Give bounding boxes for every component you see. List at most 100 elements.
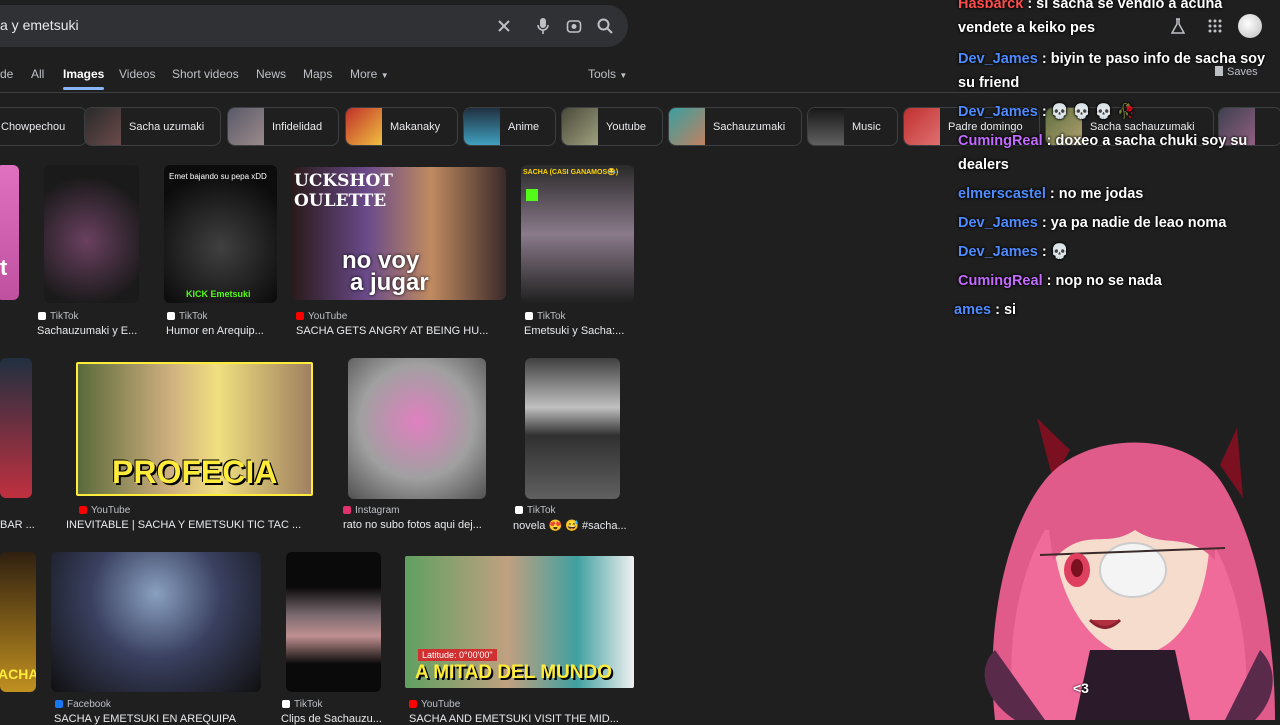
chat-message: Dev_James : ya pa nadie de leao noma <box>958 211 1270 235</box>
chip-thumbnail <box>85 108 121 145</box>
chat-text: : nop no se nada <box>1046 273 1162 289</box>
thumbnail-text: a jugar <box>350 269 429 296</box>
chat-username: Dev_James <box>958 244 1038 260</box>
chat-username: Hasbarck <box>958 0 1024 12</box>
chip-chowpechou[interactable]: Chowpechou <box>0 107 87 146</box>
tab-images[interactable]: Images <box>63 67 105 90</box>
chat-text: : 💀 💀 💀 🥀 <box>1041 104 1136 120</box>
result-source: YouTube <box>296 311 347 322</box>
result-title[interactable]: SACHA y EMETSUKI EN AREQUIPA <box>54 713 264 725</box>
chevron-down-icon: ▼ <box>380 71 389 80</box>
result-thumbnail: t <box>0 165 19 300</box>
chat-username: Dev_James <box>958 215 1038 231</box>
chip-makanaky[interactable]: Makanaky <box>345 107 458 146</box>
tab-more[interactable]: More ▼ <box>350 67 389 81</box>
chat-message: Dev_James : biyin te paso info de sacha … <box>958 47 1270 95</box>
source-label: TikTok <box>50 311 79 322</box>
result-title[interactable]: rato no subo fotos aqui dej... <box>343 519 488 531</box>
thumbnail-text: Latitude: 0°00'00" <box>418 649 497 661</box>
tab-short-videos[interactable]: Short videos <box>172 67 239 81</box>
chat-text: : ya pa nadie de leao noma <box>1041 215 1227 231</box>
chip-thumbnail <box>228 108 264 145</box>
result-title[interactable]: novela 😍 😅 #sacha... <box>513 519 633 532</box>
result-title[interactable]: INEVITABLE | SACHA Y EMETSUKI TIC TAC ..… <box>66 519 311 531</box>
clear-icon[interactable] <box>492 14 516 38</box>
source-label: TikTok <box>179 311 208 322</box>
avatar-caption: <3 <box>1073 680 1089 696</box>
thumbnail-text: ACHA <box>0 666 36 682</box>
tab-maps[interactable]: Maps <box>303 67 332 81</box>
source-label: YouTube <box>308 311 348 322</box>
chat-username: Dev_James <box>958 51 1038 67</box>
result-title[interactable]: Clips de Sachauzu... <box>281 713 391 725</box>
search-icon[interactable] <box>593 14 617 38</box>
result-thumbnail <box>0 358 32 498</box>
chip-label: Anime <box>508 120 540 133</box>
kick-logo-icon <box>526 189 538 201</box>
result-thumbnail <box>51 552 261 692</box>
search-bar[interactable]: a y emetsuki <box>0 5 628 47</box>
thumbnail-text: t <box>0 255 8 280</box>
chip-thumbnail <box>669 108 705 145</box>
tab-videos[interactable]: Videos <box>119 67 155 81</box>
result-source: YouTube <box>79 505 130 516</box>
result-thumbnail: Emet bajando su pepa xDD KICK Emetsuki <box>164 165 277 303</box>
chip-music[interactable]: Music <box>807 107 898 146</box>
chip-label: Music <box>852 120 881 133</box>
chat-text: : no me jodas <box>1049 186 1144 202</box>
chip-label: Sachauzumaki <box>713 120 786 133</box>
tab-more-label: More <box>350 67 378 81</box>
chat-username: elmerscastel <box>958 186 1046 202</box>
result-source: TikTok <box>525 311 566 322</box>
chevron-down-icon: ▼ <box>619 71 628 80</box>
result-source: TikTok <box>167 311 208 322</box>
source-label: YouTube <box>421 699 461 710</box>
chat-text: : si <box>995 302 1017 318</box>
chat-message: ames : si <box>954 298 1266 322</box>
result-thumbnail: PROFECIA <box>76 362 313 496</box>
result-title[interactable]: Sachauzumaki y E... <box>37 325 147 337</box>
chat-message: Dev_James : 💀 💀 💀 🥀 <box>958 100 1270 124</box>
lens-icon[interactable] <box>562 14 586 38</box>
chip-label: Sacha uzumaki <box>129 120 205 133</box>
chat-message: CumingReal : doxeo a sacha chuki soy su … <box>958 129 1270 177</box>
result-source: Facebook <box>55 699 111 710</box>
result-thumbnail: Latitude: 0°00'00" A MITAD DEL MUNDO <box>405 556 634 688</box>
tab-news[interactable]: News <box>256 67 286 81</box>
microphone-icon[interactable] <box>531 14 555 38</box>
chat-message: Hasbarck : si sacha se vendio a acuña ve… <box>958 0 1278 40</box>
result-title[interactable]: SACHA AND EMETSUKI VISIT THE MID... <box>409 713 634 725</box>
tab-partial[interactable]: de <box>0 67 13 81</box>
tools-label: Tools <box>588 67 617 81</box>
source-label: Facebook <box>67 699 111 710</box>
result-title[interactable]: Humor en Arequip... <box>166 325 276 337</box>
chat-text: : 💀 <box>1041 244 1069 260</box>
chip-anime[interactable]: Anime <box>463 107 556 146</box>
result-source: TikTok <box>38 311 79 322</box>
result-title[interactable]: SACHA GETS ANGRY AT BEING HU... <box>296 325 506 337</box>
chip-sacha-uzumaki[interactable]: Sacha uzumaki <box>84 107 221 146</box>
chip-infidelidad[interactable]: Infidelidad <box>227 107 339 146</box>
thumbnail-text: SACHA (CASI GANAMOS😂) <box>523 169 619 176</box>
result-source: TikTok <box>515 505 556 516</box>
result-source: TikTok <box>282 699 323 710</box>
result-thumbnail <box>348 358 486 499</box>
result-title[interactable]: BAR ... <box>0 519 40 531</box>
chat-username: Dev_James <box>958 104 1038 120</box>
chat-message: elmerscastel : no me jodas <box>958 182 1270 206</box>
result-thumbnail: ACHA <box>0 552 36 692</box>
chat-message: Dev_James : 💀 <box>958 240 1270 264</box>
chip-sachauzumaki[interactable]: Sachauzumaki <box>668 107 802 146</box>
vtuber-avatar <box>984 418 1275 720</box>
source-label: TikTok <box>527 505 556 516</box>
source-label: TikTok <box>294 699 323 710</box>
tools-button[interactable]: Tools ▼ <box>588 67 627 81</box>
result-title[interactable]: Emetsuki y Sacha:... <box>524 325 634 337</box>
search-input[interactable]: a y emetsuki <box>0 17 79 33</box>
thumbnail-text: PROFECIA <box>112 454 278 490</box>
tab-all[interactable]: All <box>31 67 44 81</box>
chip-thumbnail <box>464 108 500 145</box>
chip-thumbnail <box>346 108 382 145</box>
chip-youtube[interactable]: Youtube <box>561 107 663 146</box>
result-thumbnail <box>525 358 620 499</box>
